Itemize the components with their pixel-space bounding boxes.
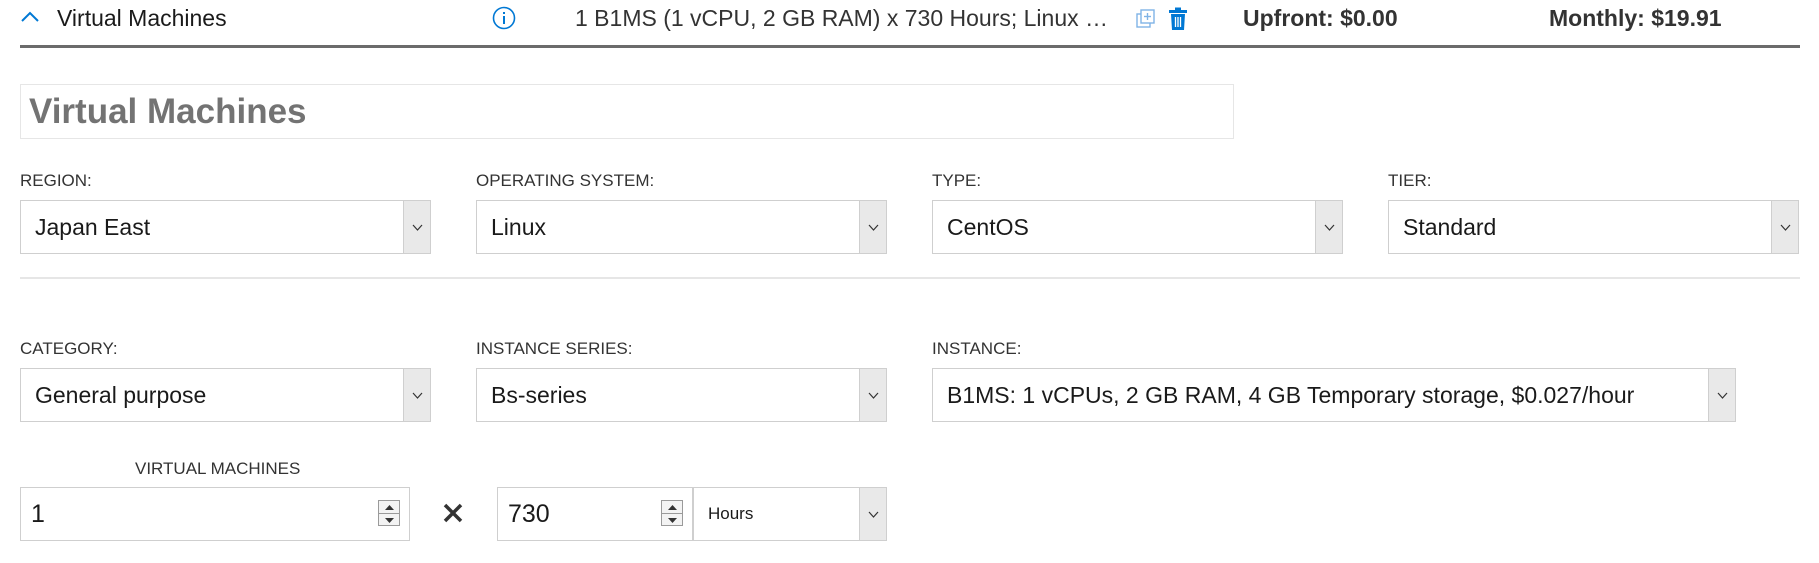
tier-select[interactable]: Standard (1388, 200, 1799, 254)
hours-input[interactable]: 730 (497, 487, 693, 541)
vm-count-spinner[interactable] (378, 500, 400, 526)
hours-unit-value: Hours (708, 504, 754, 523)
chevron-down-icon (403, 369, 430, 421)
category-value: General purpose (35, 382, 207, 408)
chevron-down-icon (1708, 369, 1735, 421)
hours-value: 730 (508, 500, 550, 528)
spin-down-icon[interactable] (379, 513, 399, 526)
vm-count-value: 1 (31, 500, 45, 528)
service-name-input[interactable]: Virtual Machines (20, 84, 1234, 139)
tier-label: TIER: (1388, 171, 1432, 190)
type-select[interactable]: CentOS (932, 200, 1343, 254)
chevron-down-icon (859, 201, 886, 253)
chevron-down-icon (1771, 201, 1798, 253)
os-select[interactable]: Linux (476, 200, 887, 254)
delete-icon[interactable] (1167, 7, 1189, 31)
vm-count-label: VIRTUAL MACHINES (135, 459, 301, 478)
header-divider (20, 45, 1800, 48)
spin-up-icon[interactable] (379, 501, 399, 513)
series-value: Bs-series (491, 382, 587, 408)
instance-label: INSTANCE: (932, 339, 1022, 358)
service-summary: 1 B1MS (1 vCPU, 2 GB RAM) x 730 Hours; L… (575, 5, 1117, 31)
series-select[interactable]: Bs-series (476, 368, 887, 422)
category-label: CATEGORY: (20, 339, 118, 358)
type-value: CentOS (947, 214, 1029, 240)
spin-down-icon[interactable] (662, 513, 682, 526)
os-label: OPERATING SYSTEM: (476, 171, 655, 190)
instance-select[interactable]: B1MS: 1 vCPUs, 2 GB RAM, 4 GB Temporary … (932, 368, 1736, 422)
service-title[interactable]: Virtual Machines (57, 4, 227, 32)
service-header: Virtual Machines 1 B1MS (1 vCPU, 2 GB RA… (0, 0, 1819, 48)
upfront-cost: Upfront: $0.00 (1243, 5, 1398, 31)
spin-up-icon[interactable] (662, 501, 682, 513)
clone-icon[interactable] (1135, 8, 1157, 30)
region-value: Japan East (35, 214, 151, 240)
monthly-cost: Monthly: $19.91 (1549, 5, 1722, 31)
chevron-down-icon (859, 369, 886, 421)
region-label: REGION: (20, 171, 92, 190)
category-select[interactable]: General purpose (20, 368, 431, 422)
vm-count-input[interactable]: 1 (20, 487, 410, 541)
chevron-up-icon[interactable] (20, 9, 40, 25)
tier-value: Standard (1403, 214, 1497, 240)
chevron-down-icon (1315, 201, 1342, 253)
series-label: INSTANCE SERIES: (476, 339, 633, 358)
hours-unit-select[interactable]: Hours (693, 487, 887, 541)
region-select[interactable]: Japan East (20, 200, 431, 254)
info-icon[interactable] (492, 6, 516, 30)
chevron-down-icon (403, 201, 430, 253)
os-value: Linux (491, 214, 546, 240)
section-divider (20, 277, 1800, 279)
instance-value: B1MS: 1 vCPUs, 2 GB RAM, 4 GB Temporary … (947, 382, 1635, 408)
multiply-icon (442, 502, 464, 524)
chevron-down-icon (859, 488, 886, 540)
type-label: TYPE: (932, 171, 982, 190)
hours-spinner[interactable] (661, 500, 683, 526)
